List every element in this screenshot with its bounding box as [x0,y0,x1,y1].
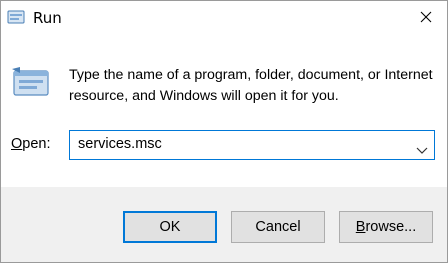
open-label-accel: O [11,136,23,152]
close-icon [420,8,432,27]
button-bar: OK Cancel Browse... [1,187,447,262]
instructions-text: Type the name of a program, folder, docu… [69,67,433,104]
cancel-button[interactable]: Cancel [231,211,325,243]
close-button[interactable] [411,4,441,30]
ok-button-label: OK [159,219,181,235]
dialog-body: Type the name of a program, folder, docu… [1,35,447,185]
ok-button[interactable]: OK [123,211,217,243]
title-bar[interactable]: Run [1,1,447,35]
open-combobox[interactable]: services.msc [69,130,435,160]
run-icon [11,65,53,99]
browse-button[interactable]: Browse... [339,211,433,243]
cancel-button-label: Cancel [255,219,301,235]
run-app-icon [7,10,25,25]
chevron-down-icon[interactable] [416,140,428,154]
run-dialog: Run Type the name of a program, folder, … [0,0,448,263]
browse-button-label: rowse... [365,219,417,235]
open-label: Open: [11,136,51,152]
browse-button-accel: B [355,219,366,235]
open-input[interactable]: services.msc [78,136,162,152]
window-title: Run [33,9,62,27]
open-label-rest: pen: [22,136,51,152]
